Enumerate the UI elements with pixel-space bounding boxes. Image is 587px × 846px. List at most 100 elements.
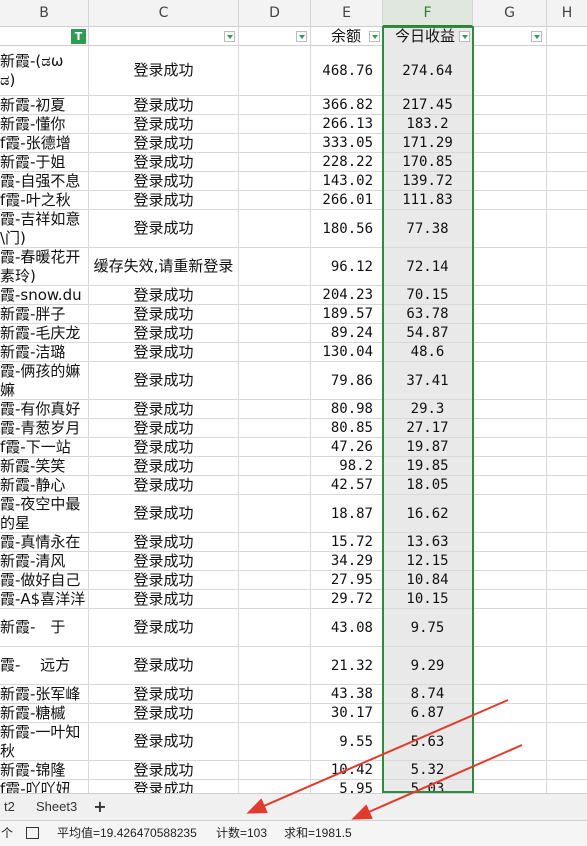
cell-empty[interactable] — [547, 533, 587, 551]
column-header-h[interactable]: H — [547, 0, 587, 27]
cell-empty[interactable] — [239, 761, 311, 779]
cell-login-status[interactable]: 登录成功 — [89, 419, 239, 437]
cell-empty[interactable] — [547, 305, 587, 323]
cell-empty[interactable] — [239, 704, 311, 722]
cell-today-earnings[interactable]: 5.63 — [383, 723, 473, 760]
cell-empty[interactable] — [239, 96, 311, 114]
cell-empty[interactable] — [547, 571, 587, 589]
cell-empty[interactable] — [239, 780, 311, 793]
cell-empty[interactable] — [239, 115, 311, 133]
cell-empty[interactable] — [239, 172, 311, 190]
cell-login-status[interactable]: 登录成功 — [89, 438, 239, 456]
cell-account-name[interactable]: f霞-下一站 — [0, 438, 89, 456]
cell-empty[interactable] — [547, 324, 587, 342]
cell-today-earnings[interactable]: 29.3 — [383, 400, 473, 418]
cell-balance[interactable]: 5.95 — [311, 780, 383, 793]
cell-login-status[interactable]: 登录成功 — [89, 495, 239, 532]
cell-account-name[interactable]: 霞-春暖花开 素玲) — [0, 248, 89, 285]
cell-today-earnings[interactable]: 48.6 — [383, 343, 473, 361]
cell-today-earnings[interactable]: 5.32 — [383, 761, 473, 779]
cell-balance[interactable]: 204.23 — [311, 286, 383, 304]
cell-empty[interactable] — [239, 609, 311, 646]
cell-login-status[interactable]: 登录成功 — [89, 780, 239, 793]
cell-login-status[interactable]: 登录成功 — [89, 210, 239, 247]
cell-login-status[interactable]: 登录成功 — [89, 286, 239, 304]
cell-empty[interactable] — [239, 248, 311, 285]
column-header-f[interactable]: F — [383, 0, 473, 27]
column-header-g[interactable]: G — [473, 0, 547, 27]
cell-empty[interactable] — [473, 495, 547, 532]
cell-balance[interactable]: 29.72 — [311, 590, 383, 608]
cell-empty[interactable] — [473, 172, 547, 190]
cell-empty[interactable] — [473, 191, 547, 209]
cell-balance[interactable]: 42.57 — [311, 476, 383, 494]
cell-login-status[interactable]: 登录成功 — [89, 134, 239, 152]
cell-today-earnings[interactable]: 54.87 — [383, 324, 473, 342]
cell-empty[interactable] — [547, 552, 587, 570]
cell-balance[interactable]: 266.01 — [311, 191, 383, 209]
cell-balance[interactable]: 130.04 — [311, 343, 383, 361]
cell-empty[interactable] — [239, 476, 311, 494]
column-header-d[interactable]: D — [239, 0, 311, 27]
cell-empty[interactable] — [473, 248, 547, 285]
cell-empty[interactable] — [239, 685, 311, 703]
cell-today-earnings[interactable]: 10.84 — [383, 571, 473, 589]
cell-account-name[interactable]: 新霞-笑笑 — [0, 457, 89, 475]
cell-account-name[interactable]: f霞-叶之秋 — [0, 191, 89, 209]
cell-empty[interactable] — [547, 134, 587, 152]
cell-today-earnings[interactable]: 171.29 — [383, 134, 473, 152]
cell-empty[interactable] — [547, 362, 587, 399]
cell-account-name[interactable]: 霞-青葱岁月 — [0, 419, 89, 437]
cell-empty[interactable] — [239, 305, 311, 323]
cell-empty[interactable] — [239, 324, 311, 342]
cell-login-status[interactable]: 登录成功 — [89, 343, 239, 361]
cell-today-earnings[interactable]: 16.62 — [383, 495, 473, 532]
cell-empty[interactable] — [547, 590, 587, 608]
cell-account-name[interactable]: 霞-做好自己 — [0, 571, 89, 589]
cell-empty[interactable] — [239, 286, 311, 304]
cell-balance[interactable]: 266.13 — [311, 115, 383, 133]
cell-balance[interactable]: 15.72 — [311, 533, 383, 551]
cell-empty[interactable] — [239, 400, 311, 418]
cell-empty[interactable] — [473, 590, 547, 608]
cell-balance[interactable]: 30.17 — [311, 704, 383, 722]
cell-empty[interactable] — [547, 704, 587, 722]
cell-today-earnings[interactable]: 183.2 — [383, 115, 473, 133]
cell-empty[interactable] — [239, 495, 311, 532]
cell-today-earnings[interactable]: 274.64 — [383, 46, 473, 95]
cell-today-earnings[interactable]: 6.87 — [383, 704, 473, 722]
cell-empty[interactable] — [547, 723, 587, 760]
cell-empty[interactable] — [473, 134, 547, 152]
cell-empty[interactable] — [473, 96, 547, 114]
cell-today-earnings[interactable]: 217.45 — [383, 96, 473, 114]
cell-login-status[interactable]: 登录成功 — [89, 191, 239, 209]
filter-dropdown-icon[interactable] — [224, 31, 235, 42]
cell-empty[interactable] — [473, 305, 547, 323]
document-icon[interactable] — [26, 827, 39, 839]
cell-empty[interactable] — [547, 248, 587, 285]
cell-login-status[interactable]: 登录成功 — [89, 647, 239, 684]
sheet-tab[interactable]: t2 — [0, 794, 23, 820]
cell-empty[interactable] — [239, 343, 311, 361]
cell-login-status[interactable]: 登录成功 — [89, 324, 239, 342]
cell-empty[interactable] — [547, 115, 587, 133]
cell-empty[interactable] — [473, 571, 547, 589]
cell-empty[interactable] — [239, 647, 311, 684]
cell-account-name[interactable]: 霞-A$喜洋洋 — [0, 590, 89, 608]
column-header-b[interactable]: B — [0, 0, 89, 27]
cell-account-name[interactable]: 霞- 远方 — [0, 647, 89, 684]
cell-empty[interactable] — [473, 286, 547, 304]
cell-today-earnings[interactable]: 70.15 — [383, 286, 473, 304]
cell-empty[interactable] — [547, 476, 587, 494]
cell-empty[interactable] — [473, 457, 547, 475]
cell-empty[interactable] — [239, 191, 311, 209]
cell-today-earnings[interactable]: 10.15 — [383, 590, 473, 608]
cell-balance[interactable]: 43.38 — [311, 685, 383, 703]
cell-account-name[interactable]: 霞-snow.du — [0, 286, 89, 304]
cell-login-status[interactable]: 登录成功 — [89, 153, 239, 171]
cell-balance[interactable]: 143.02 — [311, 172, 383, 190]
cell-today-earnings[interactable]: 9.29 — [383, 647, 473, 684]
cell-login-status[interactable]: 登录成功 — [89, 362, 239, 399]
cell-login-status[interactable]: 登录成功 — [89, 172, 239, 190]
cell-account-name[interactable]: 霞-有你真好 — [0, 400, 89, 418]
